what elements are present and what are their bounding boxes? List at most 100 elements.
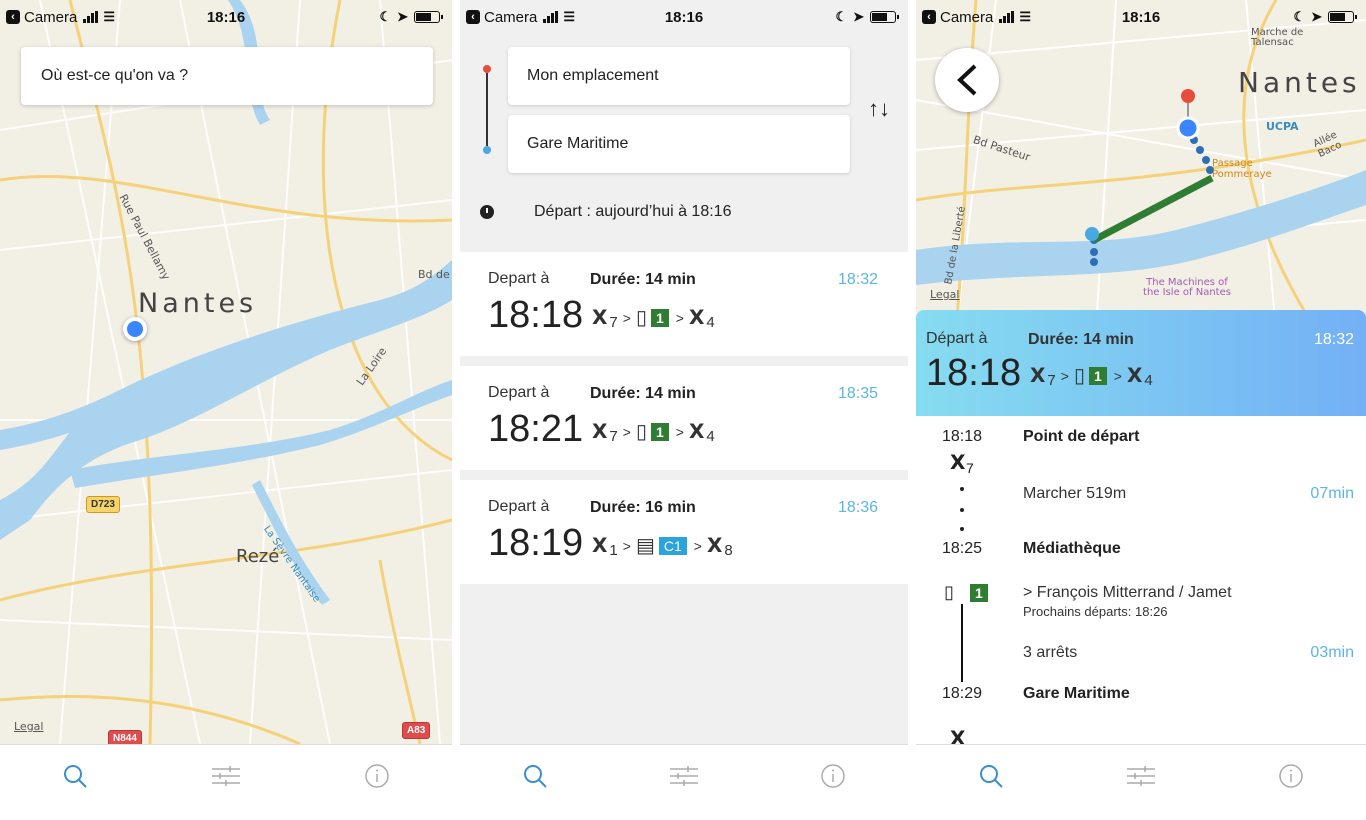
battery-icon xyxy=(1328,11,1357,23)
route-legs: 𝝬 1 > ▤ C1 > 𝝬8 xyxy=(592,532,733,559)
info-icon xyxy=(821,764,846,788)
walk-instruction: Marcher 519m xyxy=(1023,485,1127,502)
route-depart-label: Départ à xyxy=(926,330,988,347)
map-view[interactable]: Rue Paul Bellamy Nantes La Loire Bd de R… xyxy=(0,0,452,744)
back-to-app[interactable]: ‹ Camera xyxy=(6,9,77,26)
route-map-background xyxy=(916,0,1366,330)
walk-icon: 𝝬 xyxy=(592,307,608,329)
route-card[interactable]: Depart à Durée: 14 min 18:35 18:21 𝝬 7 > ▯… xyxy=(460,366,908,470)
route-arrival: 18:32 xyxy=(837,271,878,288)
wifi-icon: ☰ xyxy=(563,9,576,24)
legal-link[interactable]: Legal xyxy=(930,288,959,301)
walk-icon: 𝝬 xyxy=(950,452,966,474)
status-bar: ‹ Camera ☰ 18:16 ☾ ➤ xyxy=(460,0,908,34)
route-map-view[interactable]: Marche de Talensac Nantes UCPA Allée Bac… xyxy=(916,0,1366,330)
destination-search-input[interactable]: Où est-ce qu'on va ? xyxy=(21,47,433,105)
tab-settings[interactable] xyxy=(1126,761,1156,791)
walk-icon: 𝝬 xyxy=(706,535,723,557)
destination-field[interactable]: Gare Maritime xyxy=(508,115,850,173)
walk-minutes: 8 xyxy=(724,542,733,559)
route-depart-time: 18:19 xyxy=(488,522,584,564)
route-form: Mon emplacement Gare Maritime ↑↓ Départ … xyxy=(460,0,908,252)
search-icon xyxy=(523,765,547,788)
dot-separator xyxy=(960,487,964,491)
tram-duration: 03min xyxy=(1310,644,1354,661)
walk-minutes: 7 xyxy=(966,460,974,476)
divider xyxy=(460,356,908,366)
tram-line-connector xyxy=(961,604,963,682)
tab-info[interactable] xyxy=(1276,761,1306,791)
tab-info[interactable] xyxy=(362,761,392,791)
map-background xyxy=(0,0,452,744)
route-depart-time: 18:18 xyxy=(488,294,584,336)
walk-minutes: 4 xyxy=(706,314,715,331)
departure-time-selector[interactable]: Départ : aujourd’hui à 18:16 xyxy=(480,203,731,221)
tab-search[interactable] xyxy=(976,761,1006,791)
route-duration: Durée: 16 min xyxy=(590,499,696,516)
map-label-machines: The Machines of the Isle of Nantes xyxy=(1143,277,1231,298)
empty-list-area xyxy=(460,584,908,744)
back-to-app[interactable]: ‹ Camera xyxy=(922,9,993,26)
dot-separator xyxy=(960,508,964,512)
arrow-separator: > xyxy=(1113,367,1122,384)
map-label-passage: Passage Pommeraye xyxy=(1212,158,1272,180)
back-app-label: Camera xyxy=(940,8,994,26)
status-time: 18:16 xyxy=(664,8,704,26)
walk-minutes: 1 xyxy=(609,542,618,559)
route-list-screen: Mon emplacement Gare Maritime ↑↓ Départ … xyxy=(460,0,908,820)
back-arrow-icon: ‹ xyxy=(922,10,936,24)
route-card[interactable]: Depart à Durée: 16 min 18:36 18:19 𝝬 1 > ▤… xyxy=(460,480,908,584)
search-icon xyxy=(980,765,1003,788)
swap-icon: ↑↓ xyxy=(868,96,890,121)
moon-icon: ☾ xyxy=(379,9,392,24)
back-to-app[interactable]: ‹ Camera xyxy=(466,9,537,26)
walk-minutes: 7 xyxy=(609,428,618,445)
step-time: 18:29 xyxy=(942,685,983,702)
tab-info[interactable] xyxy=(818,761,848,791)
signal-icon xyxy=(83,11,99,23)
arrow-separator: > xyxy=(675,423,684,440)
tab-search[interactable] xyxy=(520,761,550,791)
back-arrow-icon: ‹ xyxy=(466,10,480,24)
battery-icon xyxy=(870,11,899,23)
line-badge: 1 xyxy=(1088,366,1107,385)
route-duration: Durée: 14 min xyxy=(1028,331,1134,348)
walk-duration: 07min xyxy=(1310,485,1354,502)
arrow-separator: > xyxy=(675,309,684,326)
line-badge: C1 xyxy=(658,536,687,555)
map-label-ucpa: UCPA xyxy=(1266,120,1299,133)
tab-bar xyxy=(916,744,1366,820)
tab-bar xyxy=(460,744,908,820)
search-icon xyxy=(64,765,88,788)
swap-button[interactable]: ↑↓ xyxy=(868,96,890,122)
tram-direction: > François Mitterrand / Jamet xyxy=(1023,584,1232,601)
route-legs: 𝝬 7 > ▯ 1 > 𝝬4 xyxy=(1030,362,1153,389)
road-badge-a83: A83 xyxy=(402,722,431,739)
sliders-icon xyxy=(669,766,698,786)
chevron-left-icon xyxy=(957,64,977,96)
status-time: 18:16 xyxy=(206,8,246,26)
step-title: Gare Maritime xyxy=(1023,685,1130,702)
arrow-separator: > xyxy=(693,537,702,554)
legal-link[interactable]: Legal xyxy=(14,720,43,733)
tab-settings[interactable] xyxy=(669,761,699,791)
back-arrow-icon: ‹ xyxy=(6,10,20,24)
battery-icon xyxy=(414,11,443,23)
stops-count: 3 arrêts xyxy=(1023,644,1078,661)
dot-separator xyxy=(960,527,964,531)
tab-settings[interactable] xyxy=(211,761,241,791)
divider xyxy=(460,470,908,480)
route-depart-label: Depart à xyxy=(488,384,550,401)
walk-icon: 𝝬 xyxy=(688,307,705,329)
back-button[interactable] xyxy=(935,48,999,112)
origin-field[interactable]: Mon emplacement xyxy=(508,47,850,105)
tab-search[interactable] xyxy=(60,761,90,791)
route-summary-header: Départ à Durée: 14 min 18:32 18:18 𝝬 7 > ▯… xyxy=(916,310,1366,416)
walk-icon: 𝝬 xyxy=(592,421,608,443)
road-badge-d723: D723 xyxy=(86,496,120,513)
tram-icon: ▯ xyxy=(1073,365,1085,387)
route-detail-screen: Marche de Talensac Nantes UCPA Allée Bac… xyxy=(916,0,1366,820)
route-card[interactable]: Depart à Durée: 14 min 18:32 18:18 𝝬 7 > ▯… xyxy=(460,252,908,356)
walk-icon: 𝝬 xyxy=(688,421,705,443)
info-icon xyxy=(364,764,389,788)
